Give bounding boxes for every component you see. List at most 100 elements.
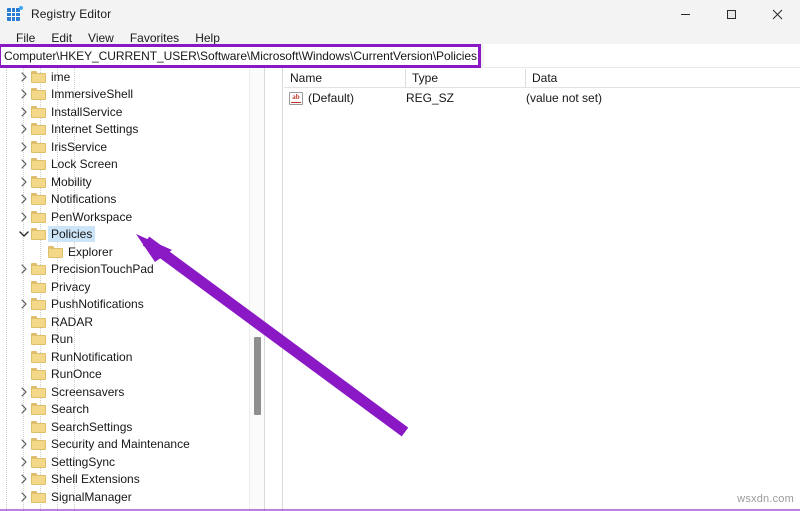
tree-node-label: Screensavers	[51, 384, 125, 399]
string-value-icon: ab	[289, 91, 303, 105]
chevron-right-icon[interactable]	[17, 68, 31, 85]
chevron-right-icon[interactable]	[17, 436, 31, 453]
tree-node-label: Lock Screen	[51, 157, 118, 172]
folder-icon	[31, 420, 46, 433]
pane-splitter[interactable]	[264, 68, 283, 511]
chevron-right-icon[interactable]	[17, 156, 31, 173]
folder-icon	[31, 193, 46, 206]
tree-node-run[interactable]: Run	[0, 331, 264, 349]
title-bar: Registry Editor	[0, 0, 800, 28]
chevron-right-icon[interactable]	[17, 296, 31, 313]
folder-icon	[31, 175, 46, 188]
tree-node-settingsync[interactable]: SettingSync	[0, 453, 264, 471]
chevron-down-icon[interactable]	[17, 226, 31, 243]
tree-node-penworkspace[interactable]: PenWorkspace	[0, 208, 264, 226]
column-header-name[interactable]: Name	[284, 68, 406, 88]
folder-icon	[31, 70, 46, 83]
chevron-right-icon[interactable]	[17, 173, 31, 190]
folder-icon	[31, 298, 46, 311]
chevron-right-icon[interactable]	[17, 471, 31, 488]
tree-node-precisiontouchpad[interactable]: PrecisionTouchPad	[0, 261, 264, 279]
tree-node-searchsettings[interactable]: SearchSettings	[0, 418, 264, 436]
tree-node-spacer	[17, 313, 31, 330]
tree-scrollbar[interactable]	[249, 68, 264, 511]
tree-node-pushnotifications[interactable]: PushNotifications	[0, 296, 264, 314]
chevron-right-icon[interactable]	[17, 453, 31, 470]
chevron-right-icon[interactable]	[17, 401, 31, 418]
folder-icon	[31, 403, 46, 416]
column-header-data[interactable]: Data	[526, 68, 800, 88]
tree-node-runnotification[interactable]: RunNotification	[0, 348, 264, 366]
tree-node-search[interactable]: Search	[0, 401, 264, 419]
tree-node-label: Run	[51, 332, 74, 347]
tree-node-runonce[interactable]: RunOnce	[0, 366, 264, 384]
registry-values-pane[interactable]: Name Type Data ab (Default) REG_SZ (valu…	[284, 68, 800, 511]
tree-node-immersiveshell[interactable]: ImmersiveShell	[0, 86, 264, 104]
chevron-right-icon[interactable]	[17, 86, 31, 103]
registry-editor-window: Registry Editor File Edit View Favorites…	[0, 0, 800, 511]
tree-node-signalmanager[interactable]: SignalManager	[0, 488, 264, 506]
tree-node-label: Policies	[48, 226, 96, 243]
tree-node-mobility[interactable]: Mobility	[0, 173, 264, 191]
tree-node-radar[interactable]: RADAR	[0, 313, 264, 331]
folder-icon	[31, 438, 46, 451]
address-input[interactable]: Computer\HKEY_CURRENT_USER\Software\Micr…	[1, 49, 477, 63]
tree-node-screensavers[interactable]: Screensavers	[0, 383, 264, 401]
column-header-type[interactable]: Type	[406, 68, 526, 88]
folder-icon	[31, 385, 46, 398]
tree-node-lock-screen[interactable]: Lock Screen	[0, 156, 264, 174]
tree-node-label: Mobility	[51, 174, 92, 189]
chevron-right-icon[interactable]	[17, 121, 31, 138]
folder-icon	[31, 350, 46, 363]
chevron-right-icon[interactable]	[17, 138, 31, 155]
tree-node-privacy[interactable]: Privacy	[0, 278, 264, 296]
tree-node-label: SignalManager	[51, 489, 132, 504]
value-type-cell: REG_SZ	[406, 91, 455, 105]
value-data-cell: (value not set)	[526, 91, 603, 105]
tree-node-explorer[interactable]: Explorer	[0, 243, 264, 261]
folder-icon	[31, 333, 46, 346]
tree-node-shell-extensions[interactable]: Shell Extensions	[0, 471, 264, 489]
window-controls	[662, 0, 800, 28]
tree-node-label: IrisService	[51, 139, 108, 154]
tree-node-notifications[interactable]: Notifications	[0, 191, 264, 209]
folder-icon	[31, 158, 46, 171]
tree-node-label: PrecisionTouchPad	[51, 262, 154, 277]
maximize-icon[interactable]	[708, 0, 754, 28]
table-row[interactable]: ab (Default) REG_SZ (value not set)	[284, 88, 800, 108]
chevron-right-icon[interactable]	[17, 488, 31, 505]
tree-node-label: Search	[51, 402, 90, 417]
folder-icon	[31, 280, 46, 293]
registry-tree-pane[interactable]: ime ImmersiveShell InstallService Internet …	[0, 68, 264, 511]
watermark: wsxdn.com	[737, 493, 794, 505]
folder-icon	[31, 473, 46, 486]
minimize-icon[interactable]	[662, 0, 708, 28]
tree-node-policies[interactable]: Policies	[0, 226, 264, 244]
tree-node-spacer	[17, 331, 31, 348]
folder-icon	[31, 88, 46, 101]
chevron-right-icon[interactable]	[17, 383, 31, 400]
chevron-right-icon[interactable]	[17, 103, 31, 120]
close-icon[interactable]	[754, 0, 800, 28]
chevron-right-icon[interactable]	[17, 261, 31, 278]
tree-node-label: RunOnce	[51, 367, 102, 382]
tree-node-ime[interactable]: ime	[0, 68, 264, 86]
tree-node-label: Notifications	[51, 192, 117, 207]
tree-node-label: PushNotifications	[51, 297, 144, 312]
tree-node-security-and-maintenance[interactable]: Security and Maintenance	[0, 436, 264, 454]
tree-node-spacer	[17, 366, 31, 383]
window-title: Registry Editor	[31, 7, 112, 21]
tree-scrollbar-thumb[interactable]	[254, 337, 261, 415]
tree-node-spacer	[17, 418, 31, 435]
tree-node-label: Privacy	[51, 279, 91, 294]
tree-node-label: RADAR	[51, 314, 94, 329]
chevron-right-icon[interactable]	[17, 191, 31, 208]
tree-node-irisservice[interactable]: IrisService	[0, 138, 264, 156]
tree-node-internet-settings[interactable]: Internet Settings	[0, 121, 264, 139]
tree-node-label: Internet Settings	[51, 122, 139, 137]
folder-icon	[48, 245, 63, 258]
registry-icon	[7, 6, 23, 22]
folder-icon	[31, 228, 46, 241]
chevron-right-icon[interactable]	[17, 208, 31, 225]
tree-node-installservice[interactable]: InstallService	[0, 103, 264, 121]
